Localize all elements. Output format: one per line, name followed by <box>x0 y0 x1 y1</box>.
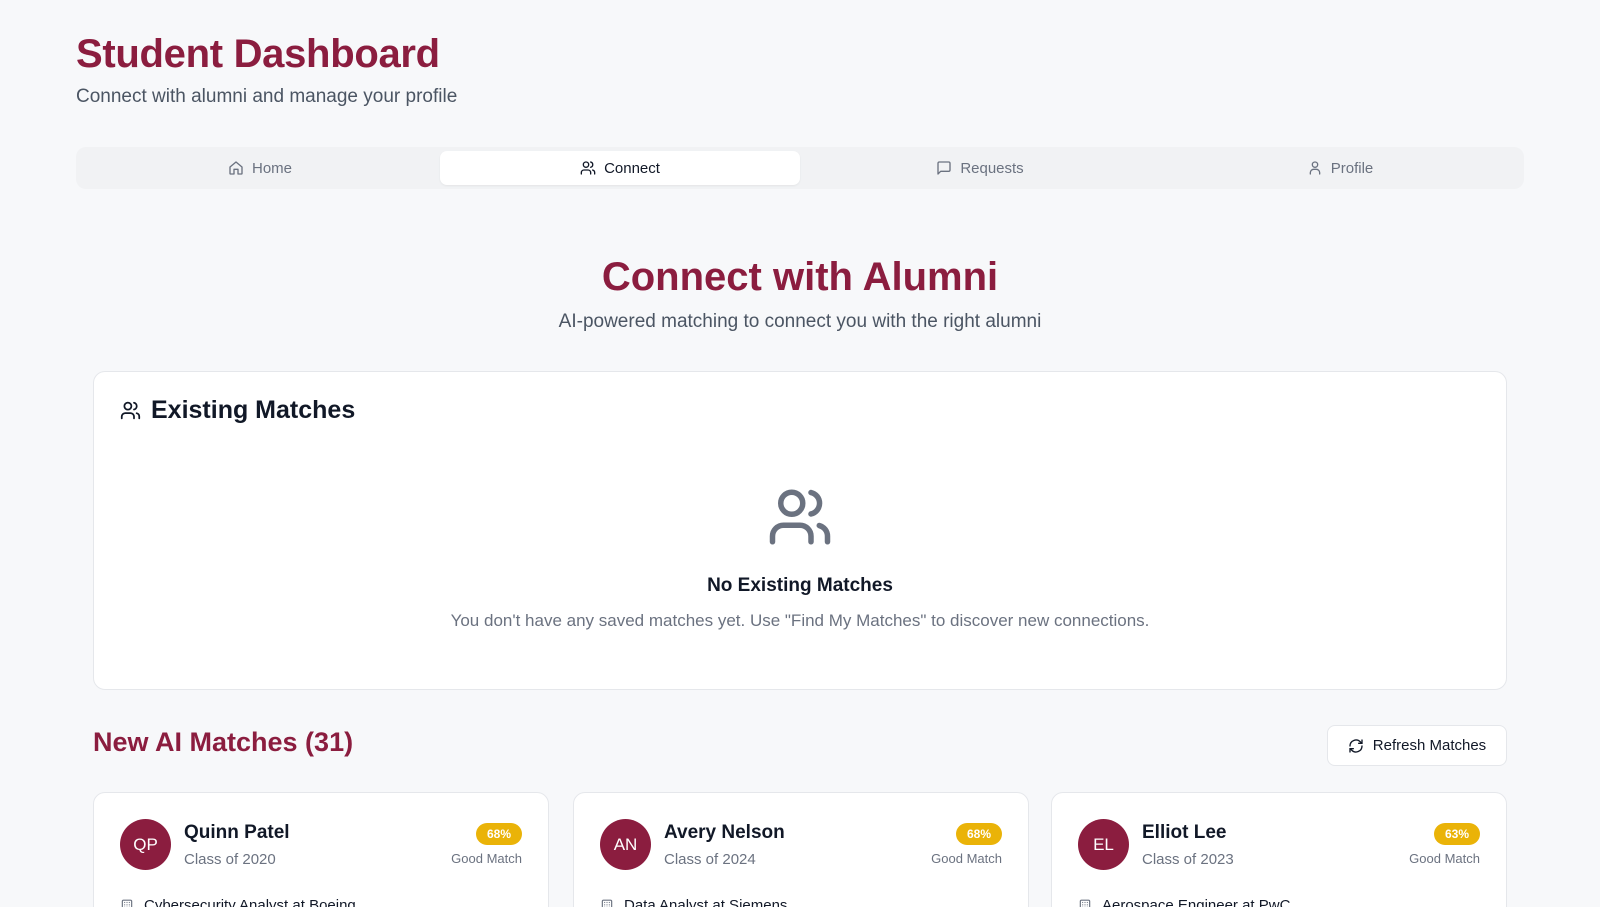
match-role-text: Data Analyst at Siemens <box>624 897 788 907</box>
page-header: Student Dashboard Connect with alumni an… <box>76 30 457 108</box>
match-card[interactable]: AN Avery Nelson Class of 2024 68% Good M… <box>573 792 1029 907</box>
page: Student Dashboard Connect with alumni an… <box>0 0 1600 907</box>
match-class: Class of 2020 <box>184 851 276 868</box>
match-quality-label: Good Match <box>1409 851 1480 866</box>
avatar: AN <box>600 819 651 870</box>
tab-bar: Home Connect Requests Profile <box>76 147 1524 189</box>
existing-matches-header: Existing Matches <box>120 396 355 425</box>
match-class: Class of 2023 <box>1142 851 1234 868</box>
empty-state-text: You don't have any saved matches yet. Us… <box>450 611 1150 630</box>
match-role: Cybersecurity Analyst at Boeing <box>120 897 356 907</box>
tab-profile-label: Profile <box>1330 159 1374 177</box>
user-icon <box>1309 161 1321 175</box>
tab-home-label: Home <box>251 159 292 177</box>
tab-connect-label: Connect <box>604 159 660 177</box>
avatar: EL <box>1078 819 1129 870</box>
match-name: Quinn Patel <box>184 822 290 843</box>
match-name: Avery Nelson <box>664 822 785 843</box>
refresh-matches-button[interactable]: Refresh Matches <box>1327 725 1507 766</box>
tab-requests[interactable]: Requests <box>800 151 1160 185</box>
match-score-badge: 63% <box>1433 823 1480 845</box>
match-role-text: Cybersecurity Analyst at Boeing <box>144 897 356 907</box>
building-icon <box>1079 899 1091 907</box>
match-quality-label: Good Match <box>451 851 522 866</box>
users-icon <box>120 401 141 420</box>
message-icon <box>937 161 951 175</box>
match-quality-label: Good Match <box>931 851 1002 866</box>
building-icon <box>601 899 613 907</box>
match-role: Aerospace Engineer at PwC <box>1078 897 1290 907</box>
existing-matches-card: Existing Matches No Existing Matches You… <box>93 371 1507 690</box>
match-role: Data Analyst at Siemens <box>600 897 787 907</box>
new-matches-title: New AI Matches (31) <box>93 727 354 757</box>
home-icon <box>229 161 243 175</box>
building-icon <box>121 899 133 907</box>
match-role-text: Aerospace Engineer at PwC <box>1102 897 1291 907</box>
tab-requests-label: Requests <box>960 159 1024 177</box>
match-card[interactable]: EL Elliot Lee Class of 2023 63% Good Mat… <box>1051 792 1507 907</box>
section-subtitle: AI-powered matching to connect you with … <box>558 311 1042 332</box>
match-score-badge: 68% <box>475 823 522 845</box>
users-icon <box>580 161 596 175</box>
refresh-icon <box>1349 738 1363 753</box>
match-score-badge: 68% <box>955 823 1002 845</box>
tab-profile[interactable]: Profile <box>1160 151 1520 185</box>
existing-matches-title: Existing Matches <box>151 396 356 424</box>
page-subtitle: Connect with alumni and manage your prof… <box>76 86 458 107</box>
empty-state-title: No Existing Matches <box>707 575 893 596</box>
match-name: Elliot Lee <box>1142 822 1227 843</box>
page-title: Student Dashboard <box>76 32 440 76</box>
tab-connect[interactable]: Connect <box>440 151 800 185</box>
tab-home[interactable]: Home <box>80 151 440 185</box>
connect-hero: Connect with Alumni AI-powered matching … <box>0 253 1600 333</box>
avatar: QP <box>120 819 171 870</box>
match-card[interactable]: QP Quinn Patel Class of 2020 68% Good Ma… <box>93 792 549 907</box>
section-title: Connect with Alumni <box>601 255 999 299</box>
match-class: Class of 2024 <box>664 851 756 868</box>
users-icon <box>769 489 831 545</box>
refresh-matches-label: Refresh Matches <box>1372 737 1487 754</box>
empty-state: No Existing Matches You don't have any s… <box>94 484 1506 631</box>
